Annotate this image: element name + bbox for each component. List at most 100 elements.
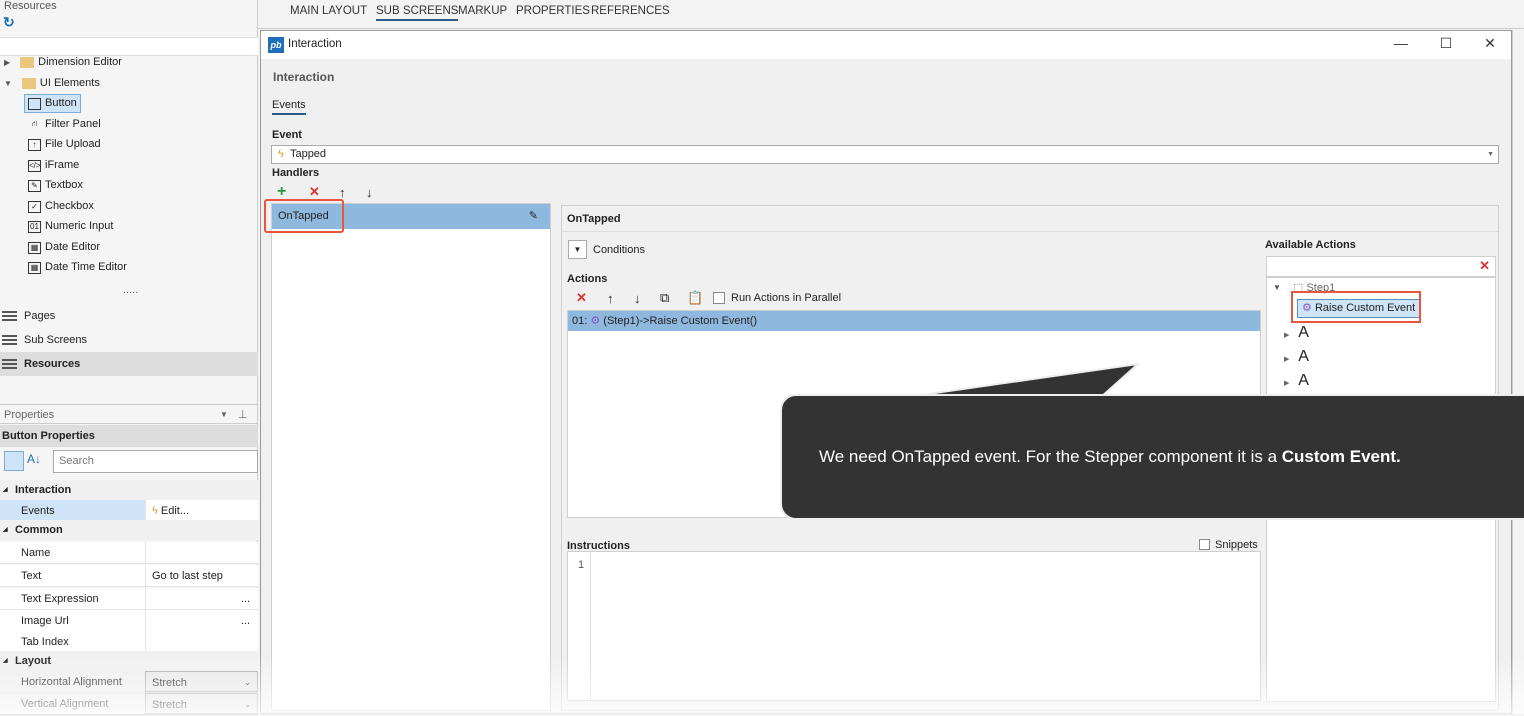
ellipsis-button[interactable]: ...	[145, 588, 258, 609]
line-number: 1	[578, 559, 585, 571]
edit-events-link[interactable]: Edit...	[161, 505, 189, 517]
tab-markup[interactable]: MARKUP	[458, 5, 507, 17]
tab-references[interactable]: REFERENCES	[591, 5, 670, 17]
ellipsis-button[interactable]: ...	[145, 610, 258, 631]
move-up-button[interactable]: ↑	[339, 185, 346, 200]
instructions-editor[interactable]: 1	[567, 551, 1261, 701]
refresh-icon[interactable]: ↻	[3, 14, 15, 31]
filter-panel-icon: ⛙	[31, 118, 38, 128]
collapse-icon[interactable]: ▼	[1273, 283, 1281, 292]
textbox-icon: ✎	[28, 179, 41, 192]
property-row-text[interactable]: Text Go to last step	[0, 565, 258, 587]
property-key: Tab Index	[21, 636, 69, 648]
dropdown-icon[interactable]: ▼	[220, 405, 228, 425]
property-row-name[interactable]: Name	[0, 542, 258, 564]
categorized-view-icon[interactable]	[4, 451, 24, 471]
tree-item-numeric-input[interactable]: 01 Numeric Input	[28, 217, 113, 236]
actions-search-input[interactable]: ✕	[1266, 256, 1496, 277]
lightning-icon: ϟ	[152, 505, 158, 517]
actions-label: Actions	[567, 273, 608, 285]
tree-item-textbox[interactable]: ✎ Textbox	[28, 176, 83, 195]
property-search-input[interactable]: Search	[53, 450, 258, 473]
expand-icon: ▶	[4, 58, 11, 67]
h-align-select[interactable]: Stretch ⌄	[145, 671, 258, 692]
tab-properties[interactable]: PROPERTIES	[516, 5, 590, 17]
tree-item-date-time-editor[interactable]: ▦ Date Time Editor	[28, 258, 127, 277]
property-row-tab-index[interactable]: Tab Index	[0, 631, 258, 653]
paste-icon[interactable]: 📋	[687, 290, 703, 306]
tree-label: A	[1298, 348, 1309, 365]
handlers-list: OnTapped ✎	[271, 203, 551, 711]
property-row-vertical-alignment[interactable]: Vertical Alignment Stretch ⌄	[0, 693, 258, 715]
tree-item-file-upload[interactable]: ↑ File Upload	[28, 135, 101, 154]
lightning-icon: ϟ	[278, 148, 284, 160]
maximize-button[interactable]: ☐	[1431, 35, 1461, 55]
category-layout[interactable]: Layout	[0, 651, 258, 671]
select-value: Tapped	[289, 148, 327, 160]
interaction-dialog: pb Interaction — ☐ ✕ Interaction Events …	[260, 30, 1512, 714]
property-key: Horizontal Alignment	[21, 676, 122, 688]
property-row-events[interactable]: Events ϟ Edit...	[0, 500, 258, 522]
callout-bold-text: Custom Event.	[1281, 447, 1401, 466]
run-parallel-checkbox[interactable]	[713, 292, 725, 304]
tree-label: Textbox	[45, 179, 83, 191]
category-interaction[interactable]: Interaction	[0, 480, 258, 500]
category-common[interactable]: Common	[0, 520, 258, 540]
collapse-icon: ▼	[4, 79, 12, 88]
tree-label: Date Editor	[45, 241, 101, 253]
close-button[interactable]: ✕	[1475, 35, 1505, 55]
property-value[interactable]: ϟ Edit...	[145, 500, 258, 521]
tab-events[interactable]: Events	[272, 99, 306, 115]
property-row-text-expression[interactable]: Text Expression...	[0, 588, 258, 610]
menu-icon	[2, 359, 17, 369]
nav-resources[interactable]: Resources	[0, 352, 258, 376]
tree-item-iframe[interactable]: </> iFrame	[28, 156, 79, 175]
tree-item-button[interactable]: Button	[24, 94, 81, 113]
move-up-button[interactable]: ↑	[607, 291, 614, 306]
tree-label: Button	[45, 97, 77, 109]
v-align-select[interactable]: Stretch ⌄	[145, 693, 258, 714]
conditions-toggle[interactable]: ▼	[568, 240, 587, 259]
tree-item[interactable]: ▶ A	[1284, 346, 1309, 370]
property-value[interactable]	[145, 542, 258, 563]
event-select[interactable]: ϟ Tapped ▼	[271, 145, 1499, 164]
action-item[interactable]: 01: ⚙ (Step1)->Raise Custom Event()	[568, 311, 1260, 331]
property-value[interactable]: Go to last step	[145, 565, 258, 586]
dialog-heading: Interaction	[273, 70, 335, 84]
tree-item-filter-panel[interactable]: ⛙ Filter Panel	[28, 115, 101, 134]
tree-item[interactable]: ▶ A	[1284, 322, 1309, 346]
delete-handler-button[interactable]: ✕	[309, 184, 320, 200]
clear-search-icon[interactable]: ✕	[1479, 258, 1490, 274]
property-row-image-url[interactable]: Image Url...	[0, 610, 258, 632]
panel-header: Resources	[4, 0, 57, 12]
move-down-button[interactable]: ↓	[366, 185, 373, 200]
tree-item[interactable]: ▶ A	[1284, 370, 1309, 394]
nav-pages[interactable]: Pages	[0, 304, 258, 328]
tab-sub-screens[interactable]: SUB SCREENS	[376, 5, 459, 21]
tree-label: A	[1298, 372, 1309, 389]
numeric-input-icon: 01	[28, 220, 41, 233]
tab-main-layout[interactable]: MAIN LAYOUT	[290, 5, 367, 17]
pin-icon[interactable]: ⊥	[238, 405, 248, 425]
tree-item-checkbox[interactable]: ✓ Checkbox	[28, 197, 94, 216]
move-down-button[interactable]: ↓	[634, 291, 641, 306]
tree-item-dimension-editor[interactable]: ▶ Dimension Editor	[4, 53, 122, 72]
calendar-icon: ▦	[28, 241, 41, 254]
splitter-grip[interactable]: .....	[123, 284, 138, 296]
tree-item-ui-elements[interactable]: ▼ UI Elements	[4, 74, 100, 93]
property-value[interactable]	[145, 631, 258, 652]
nav-sub-screens[interactable]: Sub Screens	[0, 328, 258, 352]
property-row-horizontal-alignment[interactable]: Horizontal Alignment Stretch ⌄	[0, 671, 258, 693]
tree-item-date-editor[interactable]: ▦ Date Editor	[28, 238, 100, 257]
pencil-icon[interactable]: ✎	[529, 204, 538, 229]
button-icon	[28, 97, 41, 110]
property-key: Events	[0, 500, 145, 521]
sort-alpha-icon[interactable]: A↓	[27, 452, 41, 466]
delete-action-button[interactable]: ✕	[576, 290, 587, 306]
tree-label: File Upload	[45, 138, 101, 150]
dialog-titlebar: pb Interaction — ☐ ✕	[261, 31, 1511, 59]
minimize-button[interactable]: —	[1386, 35, 1416, 55]
tree-label: Filter Panel	[45, 118, 101, 130]
snippets-checkbox[interactable]	[1199, 539, 1210, 550]
copy-icon[interactable]: ⧉	[660, 290, 669, 306]
